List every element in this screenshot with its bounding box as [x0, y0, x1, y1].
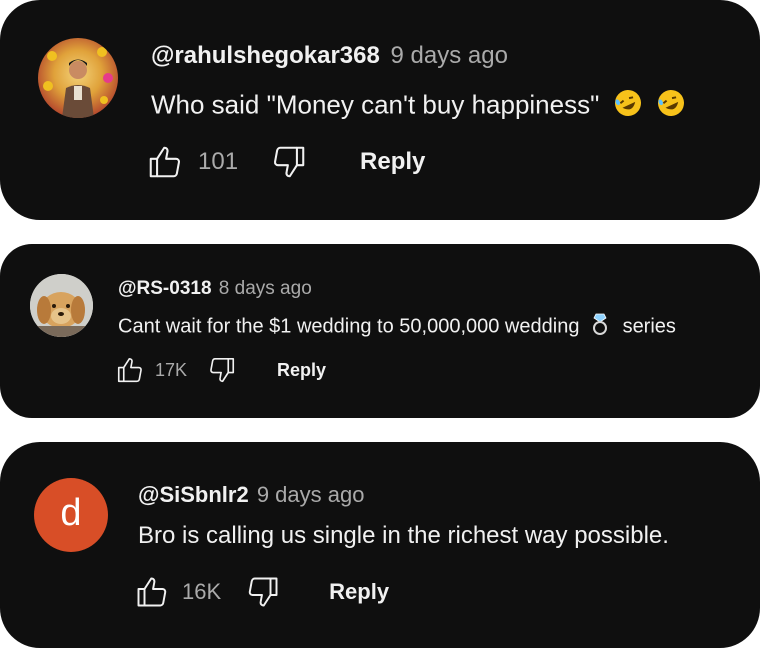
- reply-button[interactable]: Reply: [329, 579, 389, 605]
- person-photo-icon: [43, 47, 113, 118]
- avatar[interactable]: d: [34, 478, 108, 552]
- comment-card: d @SiSbnlr2 9 days ago Bro is calling us…: [0, 442, 760, 648]
- dislike-button[interactable]: [207, 355, 237, 385]
- thumbs-down-icon: [248, 577, 278, 607]
- thumbs-up-icon: [149, 146, 181, 178]
- comment-text-content: Bro is calling us single in the richest …: [138, 522, 669, 549]
- like-button[interactable]: [134, 574, 170, 610]
- comment-text-content: Who said "Money can't buy happiness": [151, 89, 600, 120]
- comment-text: Cant wait for the $1 wedding to 50,000,0…: [118, 312, 676, 342]
- like-count: 101: [198, 148, 239, 175]
- comment-text: Who said "Money can't buy happiness": [151, 88, 686, 125]
- avatar-letter: d: [60, 492, 82, 534]
- comment-time[interactable]: 9 days ago: [391, 42, 508, 69]
- comment-author[interactable]: @rahulshegokar368: [151, 42, 380, 69]
- comment-text-content: Cant wait for the $1 wedding to 50,000,0…: [118, 315, 580, 338]
- comment-header: @rahulshegokar368 9 days ago: [151, 42, 508, 70]
- avatar[interactable]: [30, 274, 93, 337]
- comment-header: @SiSbnlr2 9 days ago: [138, 482, 364, 508]
- comment-text-content: series: [622, 315, 676, 338]
- dislike-button[interactable]: [270, 143, 308, 181]
- rofl-emoji-icon: [656, 88, 686, 125]
- comment-card: @rahulshegokar368 9 days ago Who said "M…: [0, 0, 760, 220]
- comment-header: @RS-0318 8 days ago: [118, 278, 312, 300]
- thumbs-up-icon: [117, 357, 142, 383]
- rofl-emoji-icon: [613, 88, 643, 125]
- dislike-button[interactable]: [245, 574, 281, 610]
- comment-text: Bro is calling us single in the richest …: [138, 522, 669, 550]
- reply-button[interactable]: Reply: [360, 148, 425, 176]
- ring-emoji-icon: [591, 312, 609, 342]
- comment-actions: 16K Reply: [134, 572, 389, 612]
- avatar[interactable]: [38, 38, 118, 118]
- thumbs-down-icon: [274, 146, 305, 178]
- dog-photo-icon: [30, 274, 93, 337]
- comment-time[interactable]: 9 days ago: [257, 482, 365, 507]
- comment-author[interactable]: @RS-0318: [118, 278, 212, 299]
- like-button[interactable]: [146, 143, 184, 181]
- like-button[interactable]: [115, 355, 145, 385]
- comment-card: @RS-0318 8 days ago Cant wait for the $1…: [0, 244, 760, 418]
- comment-author[interactable]: @SiSbnlr2: [138, 482, 249, 507]
- like-count: 17K: [155, 359, 188, 380]
- reply-button[interactable]: Reply: [277, 360, 326, 381]
- thumbs-down-icon: [210, 357, 235, 383]
- comment-actions: 101 Reply: [146, 142, 425, 182]
- comment-time[interactable]: 8 days ago: [219, 278, 312, 299]
- thumbs-up-icon: [137, 577, 167, 607]
- like-count: 16K: [182, 579, 222, 604]
- comment-actions: 17K Reply: [115, 354, 326, 386]
